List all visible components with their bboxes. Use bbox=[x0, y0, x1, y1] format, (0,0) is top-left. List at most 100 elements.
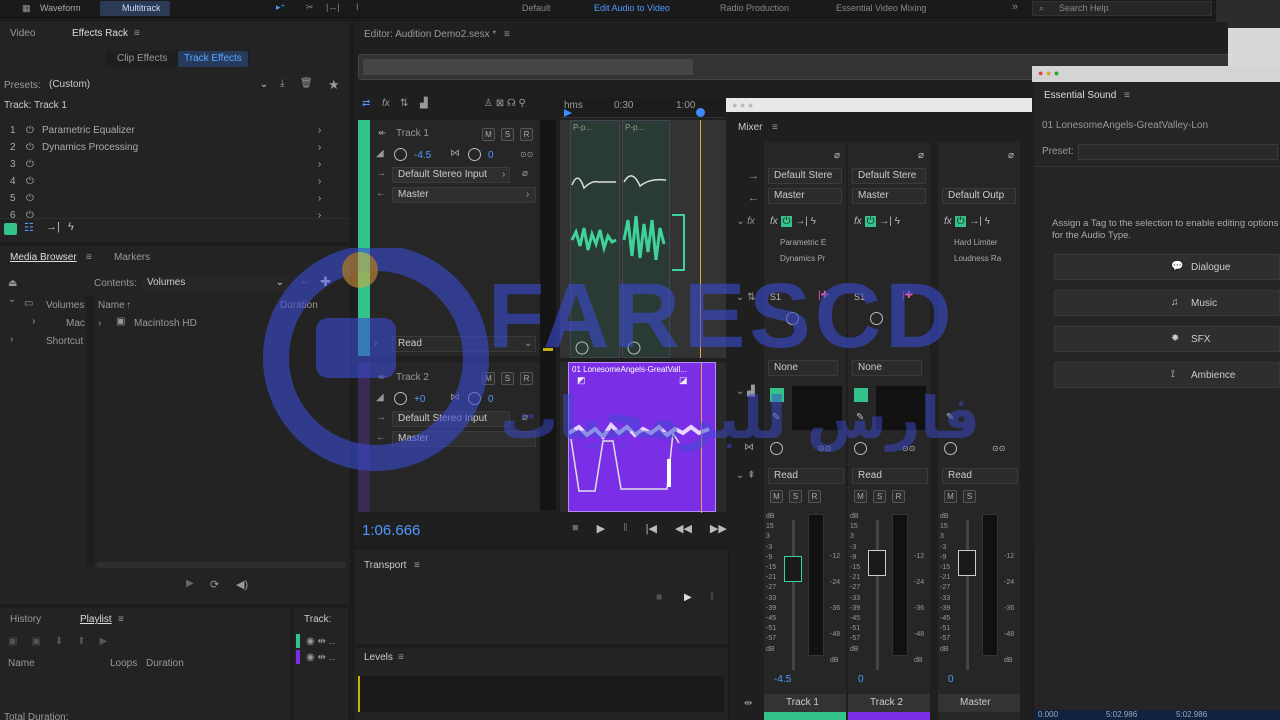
fader-cap[interactable] bbox=[784, 556, 802, 582]
chevron-right-icon[interactable]: › bbox=[318, 159, 321, 170]
visibility-eye-icon[interactable]: ◉ ⇹ ‥ bbox=[306, 652, 335, 663]
channel-output-select[interactable]: Master bbox=[768, 188, 842, 204]
delete-preset-icon[interactable]: 🗑 bbox=[300, 78, 313, 89]
pan-knob[interactable] bbox=[854, 442, 867, 455]
expand-icon[interactable]: › bbox=[98, 318, 101, 329]
expand-icon[interactable]: › bbox=[10, 334, 13, 345]
record-button[interactable]: R bbox=[520, 372, 533, 385]
panel-menu-icon[interactable]: ≡ bbox=[414, 560, 420, 571]
power-icon[interactable]: ⏻ bbox=[26, 125, 34, 136]
track1-volume-knob[interactable] bbox=[394, 148, 407, 161]
mute-button[interactable]: M bbox=[482, 128, 495, 141]
clip-purple[interactable]: 01 LonesomeAngels-GreatVall... ◩ ◪ bbox=[568, 362, 716, 513]
send-knob[interactable] bbox=[786, 312, 799, 325]
effect-slot-5[interactable]: 5 ⏻ › bbox=[0, 190, 330, 206]
channel-output-select[interactable]: Master bbox=[852, 188, 926, 204]
tab-effects-rack[interactable]: Effects Rack bbox=[72, 28, 128, 39]
tab-video[interactable]: Video bbox=[10, 28, 35, 39]
track1-lane[interactable]: P-p... P-p... bbox=[560, 120, 726, 358]
subtab-clip-effects[interactable]: Clip Effects bbox=[117, 53, 167, 64]
track1-name[interactable]: Track 1 bbox=[396, 128, 429, 139]
audio-type-dialogue-button[interactable]: 💬 Dialogue bbox=[1054, 254, 1280, 280]
msr-buttons[interactable]: MS bbox=[944, 490, 976, 503]
eq-pencil-icon[interactable]: ✎ bbox=[856, 412, 864, 423]
tab-history[interactable]: History bbox=[10, 614, 41, 625]
insert-icon[interactable]: →| bbox=[46, 221, 60, 233]
track2-input-select[interactable]: Default Stereo Input bbox=[392, 411, 510, 427]
chevron-right-icon[interactable]: › bbox=[318, 125, 321, 136]
fx-controls-icon[interactable]: fx ⏻ →| ϟ bbox=[854, 216, 900, 227]
panel-menu-icon[interactable]: ≡ bbox=[504, 29, 510, 40]
fx-icon[interactable]: fx bbox=[382, 98, 390, 109]
track2-lane[interactable]: 01 LonesomeAngels-GreatVall... ◩ ◪ bbox=[560, 362, 726, 513]
col-duration-header[interactable]: Duration bbox=[280, 300, 318, 311]
stop-icon[interactable]: ■ bbox=[572, 522, 579, 535]
channel-fx-slot[interactable]: Dynamics Pr bbox=[780, 254, 825, 263]
phase-icon[interactable]: ⌀ bbox=[834, 150, 840, 161]
power-icon[interactable]: ⏻ bbox=[26, 142, 34, 153]
tab-media-browser[interactable]: Media Browser bbox=[10, 252, 77, 263]
effect-slot-3[interactable]: 3 ⏻ › bbox=[0, 156, 330, 172]
tree-shortcut[interactable]: Shortcut bbox=[46, 336, 83, 347]
go-start-icon[interactable]: |◀ bbox=[646, 522, 657, 535]
automation-mode-select[interactable]: Read bbox=[768, 468, 844, 484]
drive-icon[interactable]: ⏏ bbox=[8, 278, 17, 289]
tab-playlist[interactable]: Playlist bbox=[80, 614, 112, 625]
audio-type-music-button[interactable]: ♫ Music bbox=[1054, 290, 1280, 316]
automation-mode-select[interactable]: Read bbox=[942, 468, 1018, 484]
more-workspaces-icon[interactable]: » bbox=[1012, 1, 1018, 13]
track1-output-select[interactable]: Master bbox=[392, 187, 536, 203]
tree-volumes[interactable]: Volumes bbox=[46, 300, 84, 311]
fx-controls-icon[interactable]: fx ⏻ →| ϟ bbox=[770, 216, 816, 227]
audio-type-ambience-button[interactable]: ⟟ Ambience bbox=[1054, 362, 1280, 388]
track1-pan-value[interactable]: 0 bbox=[488, 150, 494, 161]
channel-fx-slot[interactable]: Hard Limiter bbox=[954, 238, 998, 247]
channel-input-select[interactable]: Default Stere bbox=[768, 168, 842, 184]
channel-fx-slot[interactable]: Parametric E bbox=[780, 238, 826, 247]
msr-buttons[interactable]: MSR bbox=[854, 490, 905, 503]
add-shortcut-icon[interactable]: ✚ bbox=[320, 274, 331, 290]
contents-select[interactable]: Volumes ⌄ bbox=[142, 276, 288, 292]
save-preset-icon[interactable]: ⤓ bbox=[280, 78, 284, 89]
eq-pencil-icon[interactable]: ✎ bbox=[772, 412, 780, 423]
expand-icon[interactable]: › bbox=[32, 316, 35, 327]
slip-tool-icon[interactable]: |↔| bbox=[326, 2, 340, 12]
lightning-icon[interactable]: ϟ bbox=[68, 221, 74, 233]
send-bus-select[interactable]: None bbox=[852, 360, 922, 376]
solo-button[interactable]: S bbox=[501, 128, 514, 141]
browser-hscroll[interactable] bbox=[96, 562, 346, 568]
stop-icon[interactable]: ■ bbox=[656, 592, 662, 603]
channel-volume[interactable]: 0 bbox=[948, 674, 954, 685]
track1-input-select[interactable]: Default Stereo Input bbox=[392, 167, 510, 183]
window-controls[interactable]: ● ● ● bbox=[1038, 68, 1059, 78]
eq-icon[interactable]: ▟ bbox=[420, 98, 428, 109]
send-bus-select[interactable]: None bbox=[768, 360, 838, 376]
item-macintosh-hd[interactable]: Macintosh HD bbox=[134, 318, 197, 329]
track2-pan-value[interactable]: 0 bbox=[488, 394, 494, 405]
workspace-radio-production[interactable]: Radio Production bbox=[720, 3, 789, 13]
panel-menu-icon[interactable]: ≡ bbox=[86, 252, 92, 263]
phase-icon[interactable]: ⌀ bbox=[1008, 150, 1014, 161]
channel-input-select[interactable]: Default Stere bbox=[852, 168, 926, 184]
chevron-right-icon[interactable]: › bbox=[318, 142, 321, 153]
chevron-right-icon[interactable]: › bbox=[318, 193, 321, 204]
mute-button[interactable]: M bbox=[482, 372, 495, 385]
phase-icon[interactable]: ⌀ bbox=[522, 412, 528, 423]
workspace-edit-audio-video[interactable]: Edit Audio to Video bbox=[594, 3, 670, 13]
chevron-right-icon[interactable]: › bbox=[318, 176, 321, 187]
pan-knob[interactable] bbox=[770, 442, 783, 455]
pause-icon[interactable]: ‖ bbox=[710, 592, 714, 603]
power-icon[interactable]: ⏻ bbox=[26, 176, 34, 187]
presets-select[interactable]: (Custom) ⌄ bbox=[44, 78, 272, 94]
pause-icon[interactable]: ‖ bbox=[623, 522, 628, 535]
back-arrow-icon[interactable]: ← bbox=[300, 276, 310, 287]
eq-pencil-icon[interactable]: ✎ bbox=[946, 412, 954, 423]
forward-icon[interactable]: ▶▶ bbox=[710, 522, 727, 535]
collapse-icon[interactable]: ⌄ bbox=[8, 294, 16, 305]
track2-volume-value[interactable]: +0 bbox=[414, 394, 425, 405]
playhead-handle[interactable] bbox=[696, 108, 705, 117]
timeline-ruler[interactable]: hms 0:30 1:00 bbox=[560, 98, 726, 118]
workspace-essential-video[interactable]: Essential Video Mixing bbox=[836, 3, 926, 13]
track1-automation-mode[interactable]: Read bbox=[392, 336, 536, 352]
audio-type-sfx-button[interactable]: ✸ SFX bbox=[1054, 326, 1280, 352]
